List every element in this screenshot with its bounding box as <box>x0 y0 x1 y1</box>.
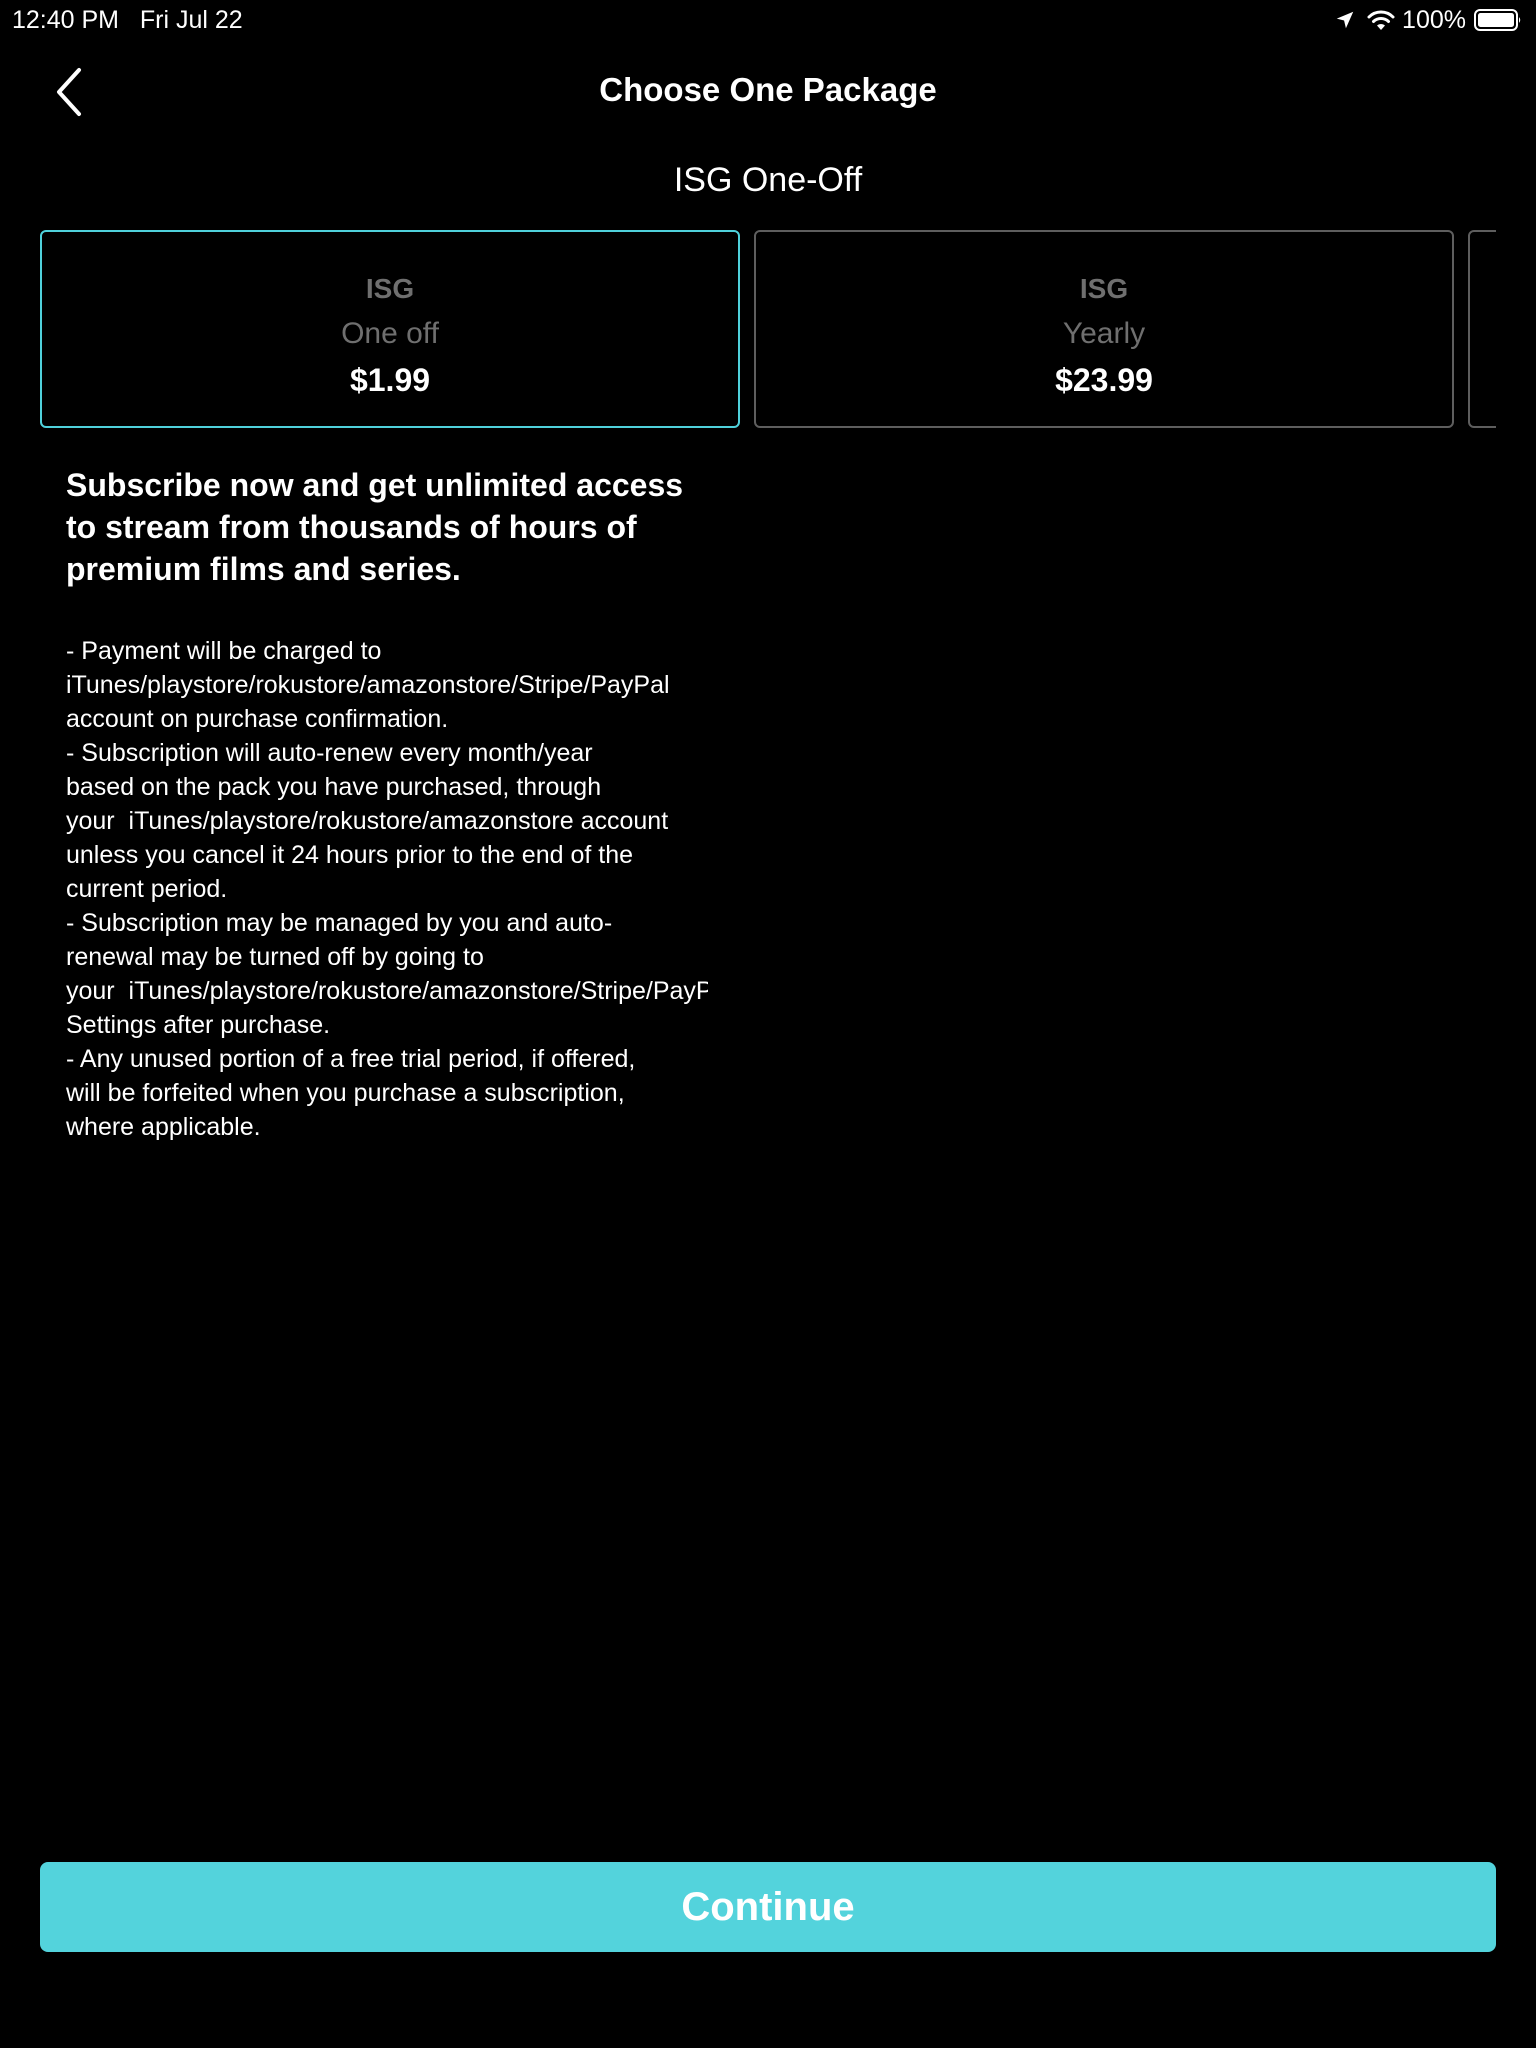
status-bar: 12:40 PM Fri Jul 22 100% <box>0 0 1536 40</box>
wifi-icon <box>1367 10 1395 30</box>
package-name: ISG <box>365 273 415 304</box>
status-indicators: 100% <box>1334 5 1522 35</box>
status-time-date: 12:40 PM Fri Jul 22 <box>12 6 243 34</box>
battery-icon <box>1474 9 1521 31</box>
continue-button[interactable]: Continue <box>40 1862 1496 1952</box>
package-card-partial[interactable] <box>1468 230 1496 428</box>
package-card-yearly[interactable]: ISG Yearly $23.99 <box>754 230 1454 428</box>
page-title: Choose One Package <box>599 71 937 108</box>
location-arrow-icon <box>1336 11 1354 29</box>
package-card-one-off[interactable]: ISG One off $1.99 <box>40 230 740 428</box>
description-headline: Subscribe now and get unlimited access t… <box>66 467 684 587</box>
battery-percentage: 100% <box>1402 6 1466 34</box>
selected-package-title: ISG One-Off <box>673 161 863 199</box>
subscription-terms: - Payment will be charged to iTunes/play… <box>66 637 708 1141</box>
package-price: $1.99 <box>349 362 431 398</box>
package-name: ISG <box>1079 273 1129 304</box>
package-carousel[interactable]: ISG One off $1.99 ISG Yearly $23.99 <box>40 230 1496 430</box>
package-period: Yearly <box>1062 317 1146 350</box>
package-description: Subscribe now and get unlimited access t… <box>66 464 708 1144</box>
package-price: $23.99 <box>1055 362 1153 398</box>
package-period: One off <box>341 317 439 350</box>
